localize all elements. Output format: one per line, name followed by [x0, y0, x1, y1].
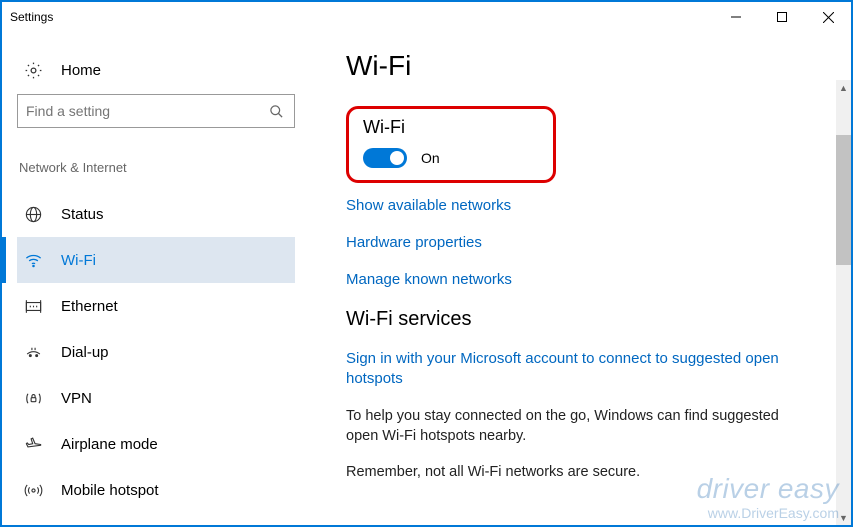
vpn-icon — [23, 388, 43, 408]
scrollbar-thumb[interactable] — [836, 135, 851, 265]
ethernet-icon — [23, 296, 43, 316]
link-signin-microsoft[interactable]: Sign in with your Microsoft account to c… — [346, 349, 821, 390]
nav-list: Status Wi-Fi Ethernet Dial-up — [17, 191, 295, 513]
search-icon — [266, 101, 286, 121]
nav-item-hotspot[interactable]: Mobile hotspot — [17, 467, 295, 513]
nav-item-vpn[interactable]: VPN — [17, 375, 295, 421]
search-box[interactable] — [17, 94, 295, 128]
nav-label: Status — [61, 206, 104, 223]
category-header: Network & Internet — [17, 160, 295, 191]
nav-label: VPN — [61, 390, 92, 407]
nav-item-dialup[interactable]: Dial-up — [17, 329, 295, 375]
watermark-brand: driver easy — [697, 473, 839, 505]
wifi-toggle[interactable] — [363, 148, 407, 168]
window-title: Settings — [10, 10, 53, 24]
hotspot-icon — [23, 480, 43, 500]
help-text: To help you stay connected on the go, Wi… — [346, 406, 786, 447]
nav-item-airplane[interactable]: Airplane mode — [17, 421, 295, 467]
scroll-up-icon[interactable]: ▲ — [836, 80, 851, 95]
home-label: Home — [61, 62, 101, 79]
page-title: Wi-Fi — [346, 50, 821, 82]
dialup-icon — [23, 342, 43, 362]
nav-item-status[interactable]: Status — [17, 191, 295, 237]
link-hardware-props[interactable]: Hardware properties — [346, 234, 821, 251]
wifi-toggle-label: On — [421, 150, 440, 166]
globe-icon — [23, 204, 43, 224]
home-nav[interactable]: Home — [17, 50, 295, 94]
gear-icon — [23, 60, 43, 80]
sidebar: Home Network & Internet Status Wi-Fi — [2, 32, 310, 525]
wifi-highlight-annotation: Wi-Fi On — [346, 106, 556, 183]
nav-item-ethernet[interactable]: Ethernet — [17, 283, 295, 329]
nav-item-wifi[interactable]: Wi-Fi — [17, 237, 295, 283]
link-manage-known[interactable]: Manage known networks — [346, 271, 821, 288]
nav-label: Dial-up — [61, 344, 109, 361]
maximize-button[interactable] — [759, 2, 805, 32]
nav-label: Mobile hotspot — [61, 482, 159, 499]
watermark: driver easy www.DriverEasy.com — [697, 473, 839, 521]
minimize-button[interactable] — [713, 2, 759, 32]
wifi-icon — [23, 250, 43, 270]
search-input[interactable] — [26, 103, 266, 119]
link-show-networks[interactable]: Show available networks — [346, 197, 821, 214]
nav-label: Wi-Fi — [61, 252, 96, 269]
nav-label: Airplane mode — [61, 436, 158, 453]
nav-label: Ethernet — [61, 298, 118, 315]
wifi-services-heading: Wi-Fi services — [346, 308, 821, 331]
titlebar: Settings — [2, 2, 851, 32]
wifi-heading: Wi-Fi — [363, 117, 539, 138]
scrollbar[interactable]: ▲ ▼ — [836, 80, 851, 525]
watermark-url: www.DriverEasy.com — [708, 505, 839, 521]
main-panel: Wi-Fi Wi-Fi On Show available networks H… — [310, 32, 851, 525]
airplane-icon — [23, 434, 43, 454]
close-button[interactable] — [805, 2, 851, 32]
